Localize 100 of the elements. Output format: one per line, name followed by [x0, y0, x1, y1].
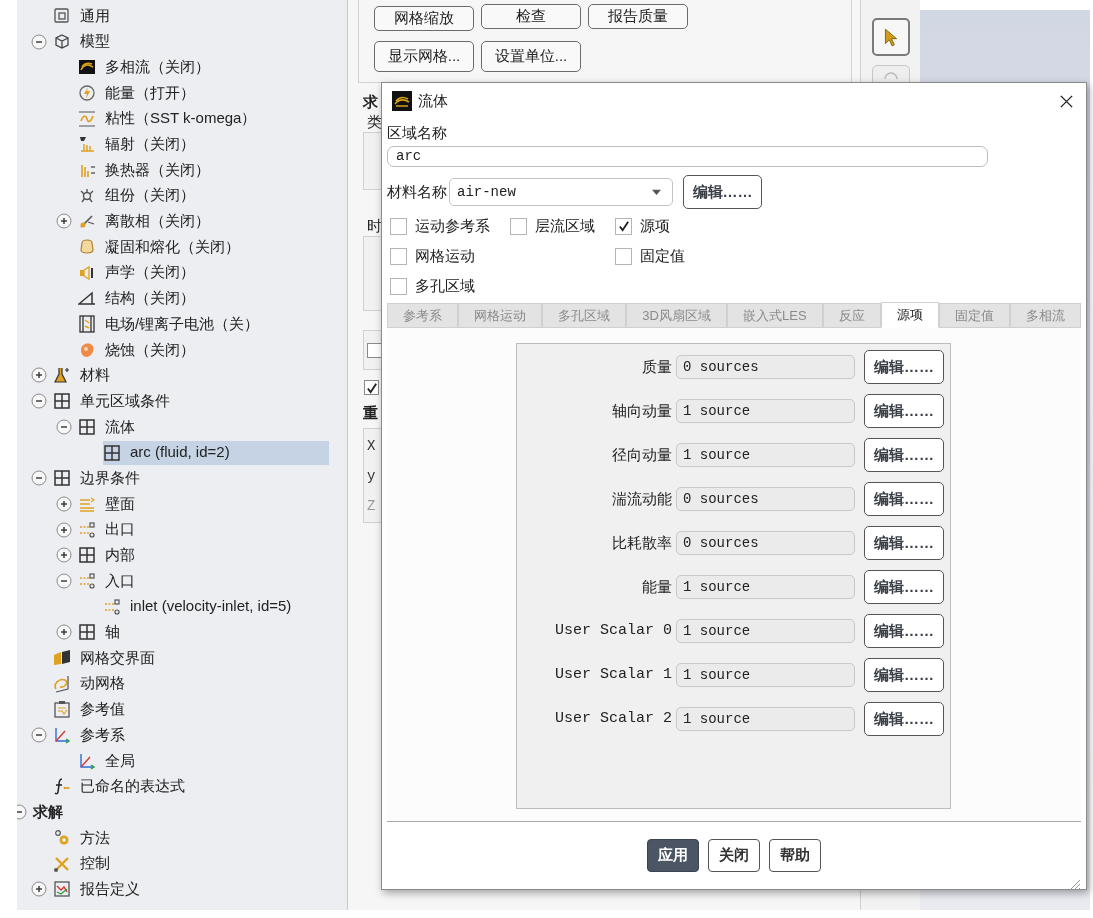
collapse-icon[interactable]: [31, 393, 47, 410]
button[interactable]: 显示网格...: [374, 41, 474, 72]
tab[interactable]: 源项: [880, 302, 939, 328]
tree-item[interactable]: 出口: [78, 517, 329, 542]
checkbox[interactable]: [390, 277, 407, 295]
source-count-field: 1 source: [676, 707, 855, 731]
tree-item[interactable]: arc (fluid, id=2): [103, 440, 329, 465]
expand-icon[interactable]: [56, 495, 72, 512]
axis-label: X: [367, 436, 376, 456]
tile-icon: [78, 58, 96, 77]
tree-item[interactable]: 轴: [78, 620, 329, 645]
tree-item[interactable]: 烧蚀（关闭）: [78, 337, 329, 362]
resize-grip-icon[interactable]: [1069, 879, 1081, 891]
tree-item[interactable]: 参考系: [53, 723, 329, 748]
checkbox[interactable]: [364, 380, 379, 395]
button[interactable]: 报告质量: [588, 4, 688, 29]
grid-icon: [103, 443, 121, 462]
source-count-field: 0 sources: [676, 531, 855, 555]
triangle-icon: [78, 289, 96, 308]
tree-item[interactable]: 流体: [78, 414, 329, 439]
collapse-icon[interactable]: [31, 470, 47, 487]
chart-icon: [53, 880, 71, 899]
collapse-icon[interactable]: [56, 418, 72, 435]
flow-icon: [103, 597, 121, 616]
tree-item[interactable]: 换热器（关闭）: [78, 157, 329, 182]
tree-item[interactable]: 报告定义: [53, 877, 329, 902]
checkbox[interactable]: [510, 217, 527, 235]
pointer-tool-button[interactable]: [871, 18, 910, 56]
check-icon: [617, 220, 630, 232]
zone-name-field[interactable]: arc: [387, 146, 988, 167]
expand-icon[interactable]: [31, 881, 47, 898]
checkbox[interactable]: [390, 247, 407, 265]
lamp-icon: [78, 135, 96, 154]
tree-item[interactable]: 离散相（关闭）: [78, 209, 329, 234]
source-count-field: 1 source: [676, 575, 855, 599]
source-count-field: 0 sources: [676, 487, 855, 511]
dialog-button[interactable]: 应用: [647, 839, 699, 872]
checkbox[interactable]: [615, 247, 632, 265]
tree-item[interactable]: 已命名的表达式: [53, 774, 329, 799]
dialog-button[interactable]: 帮助: [769, 839, 821, 872]
tree-item[interactable]: 通用: [53, 3, 329, 28]
tree-item[interactable]: 结构（关闭）: [78, 286, 329, 311]
edit-button[interactable]: 编辑……: [864, 482, 944, 516]
expand-icon[interactable]: [56, 624, 72, 641]
expand-icon[interactable]: [56, 547, 72, 564]
tree-item[interactable]: 边界条件: [53, 466, 329, 491]
bolt-icon: [78, 83, 96, 102]
checkbox[interactable]: [615, 217, 632, 235]
tree-item[interactable]: 动网格: [53, 671, 329, 696]
tree-item[interactable]: 组份（关闭）: [78, 183, 329, 208]
button[interactable]: 设置单位...: [481, 41, 581, 72]
tree-item[interactable]: 全局: [78, 748, 329, 773]
tree-item[interactable]: 网格交界面: [53, 646, 329, 671]
expand-icon[interactable]: [31, 367, 47, 384]
clipboard-icon: [53, 700, 71, 719]
edit-button[interactable]: 编辑……: [864, 526, 944, 560]
collapse-icon[interactable]: [31, 33, 47, 50]
tree-item[interactable]: 辐射（关闭）: [78, 132, 329, 157]
tree-item[interactable]: 求解: [33, 800, 329, 825]
edit-button[interactable]: 编辑……: [864, 702, 944, 736]
button[interactable]: 网格缩放: [374, 6, 474, 31]
app-icon: [392, 91, 412, 111]
edit-button[interactable]: 编辑……: [683, 175, 762, 209]
tree-item[interactable]: 多相流（关闭）: [78, 55, 329, 80]
tree-item[interactable]: 入口: [78, 568, 329, 593]
dialog-button[interactable]: 关闭: [708, 839, 760, 872]
tree-item[interactable]: 能量（打开）: [78, 80, 329, 105]
edit-button[interactable]: 编辑……: [864, 438, 944, 472]
edit-button[interactable]: 编辑……: [864, 350, 944, 384]
checkbox[interactable]: [390, 217, 407, 235]
field-label: User Scalar 1: [553, 664, 672, 685]
edit-button[interactable]: 编辑……: [864, 570, 944, 604]
tree-item[interactable]: inlet (velocity-inlet, id=5): [103, 594, 329, 619]
tree-item[interactable]: 控制: [53, 851, 329, 876]
grid-icon: [78, 417, 96, 436]
tree-item[interactable]: 粘性（SST k-omega）: [78, 106, 329, 131]
tree-item[interactable]: 单元区域条件: [53, 389, 329, 414]
source-count-field: 1 source: [676, 399, 855, 423]
button[interactable]: 检查: [481, 4, 581, 29]
tree-item[interactable]: 材料: [53, 363, 329, 388]
tree-item[interactable]: 模型: [53, 29, 329, 54]
edit-button[interactable]: 编辑……: [864, 394, 944, 428]
collapse-icon[interactable]: [56, 572, 72, 589]
edit-button[interactable]: 编辑……: [864, 614, 944, 648]
tree-item[interactable]: 声学（关闭）: [78, 260, 329, 285]
material-dropdown[interactable]: air-new: [449, 178, 673, 206]
tree-item[interactable]: 电场/锂离子电池（关）: [78, 312, 329, 337]
molecule-icon: [78, 186, 96, 205]
source-count-field: 0 sources: [676, 355, 855, 379]
expand-icon[interactable]: [56, 213, 72, 230]
tree-item[interactable]: 方法: [53, 825, 329, 850]
tree-item[interactable]: 凝固和熔化（关闭）: [78, 235, 329, 260]
collapse-icon[interactable]: [31, 727, 47, 744]
edit-button[interactable]: 编辑……: [864, 658, 944, 692]
tree-item[interactable]: 壁面: [78, 491, 329, 516]
tree-item[interactable]: 内部: [78, 543, 329, 568]
expand-icon[interactable]: [56, 521, 72, 538]
tree-item[interactable]: 参考值: [53, 697, 329, 722]
field-label: 类: [367, 112, 382, 132]
field-label: 区域名称: [387, 123, 448, 143]
